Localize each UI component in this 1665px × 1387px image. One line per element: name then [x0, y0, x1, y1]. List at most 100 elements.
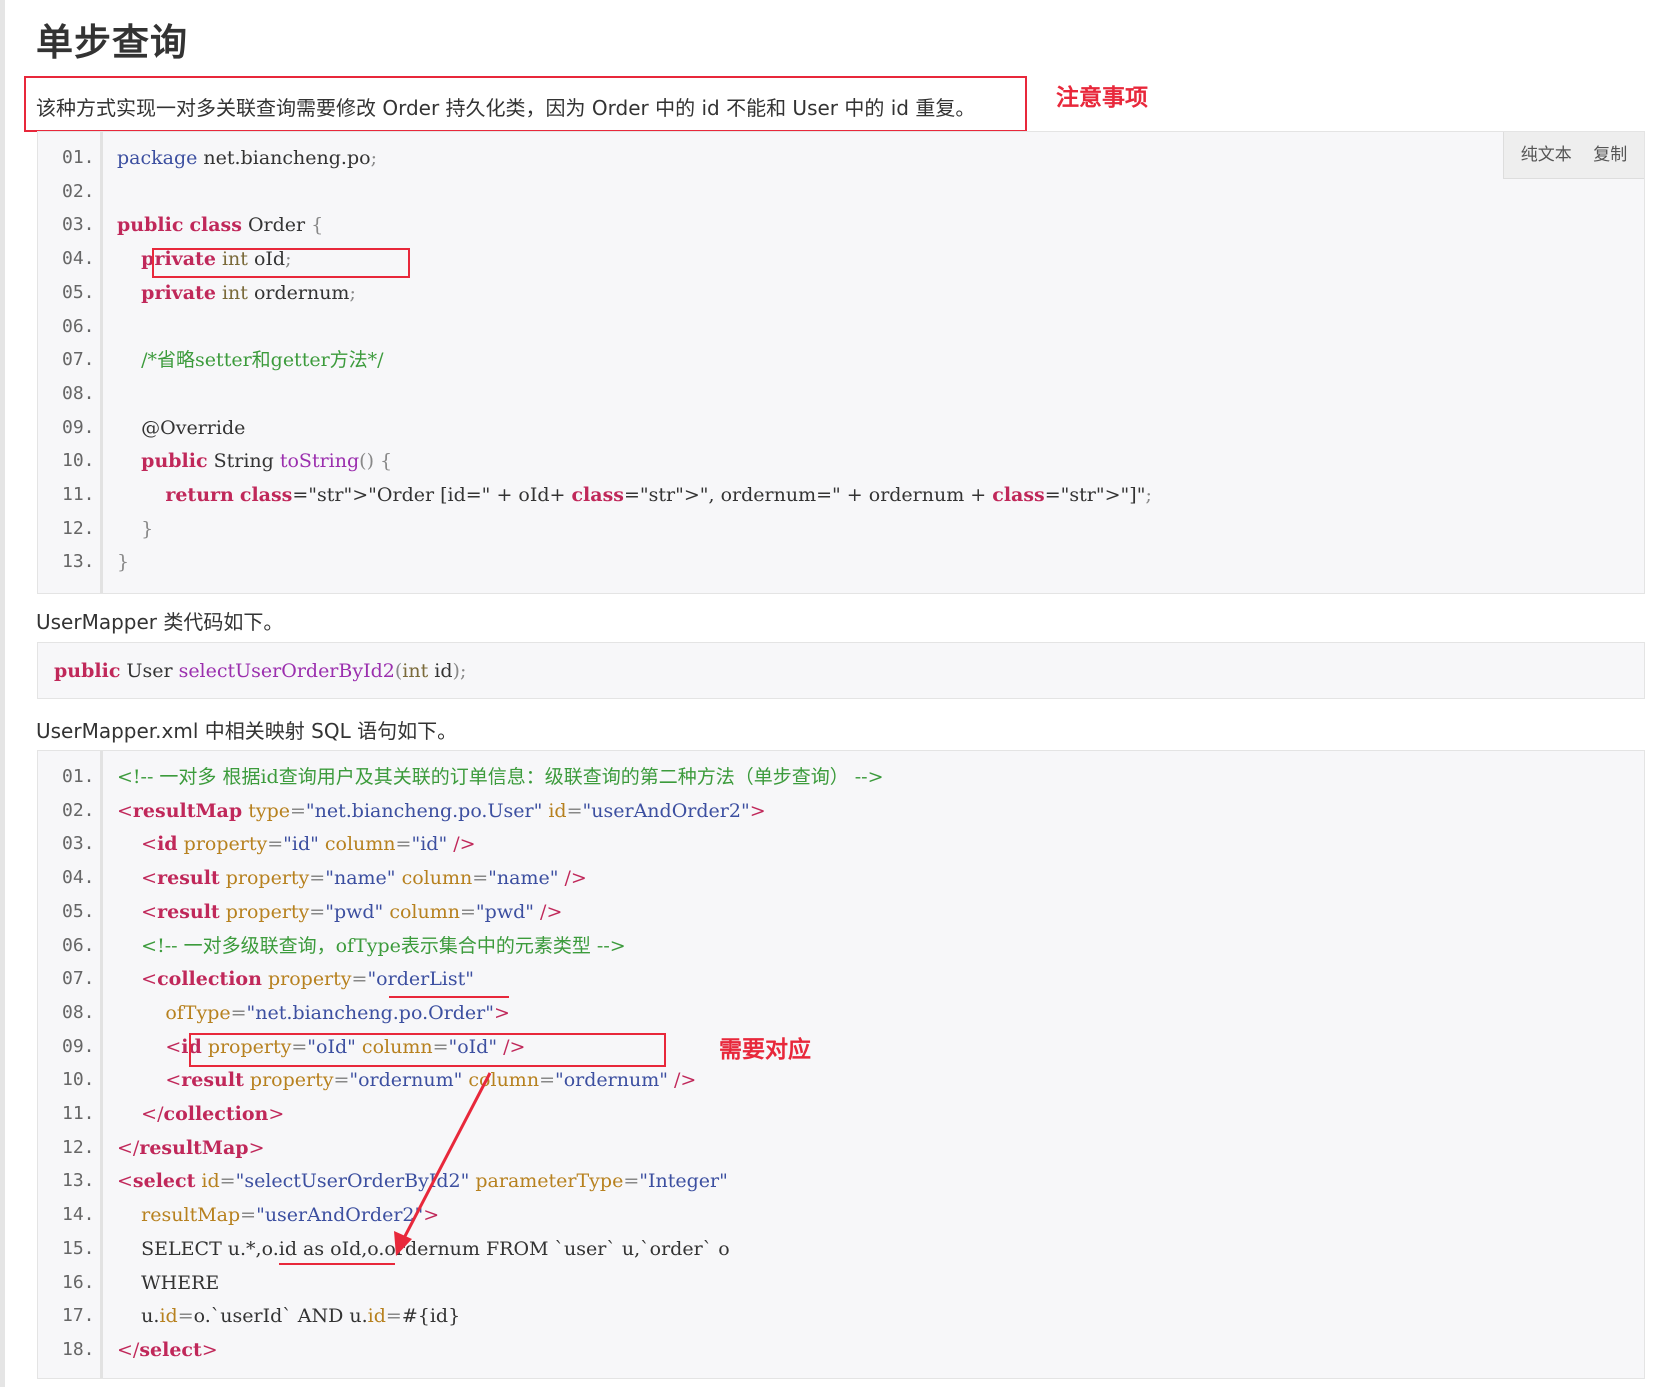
line-number: 09.	[62, 416, 95, 438]
code-line: 14. resultMap="userAndOrder2">	[38, 1198, 1644, 1232]
code-text: </select>	[117, 1338, 218, 1361]
code-text: <result property="ordernum" column="orde…	[165, 1069, 697, 1092]
line-number: 03.	[62, 214, 95, 236]
code-text: u.id=o.`userId` AND u.id=#{id}	[117, 1305, 461, 1328]
code-line: 01. package net.biancheng.po;	[38, 141, 1644, 175]
code-text: private int ordernum;	[141, 281, 356, 304]
line-number: 11.	[62, 484, 95, 505]
code-line: 06. <!-- 一对多级联查询，ofType表示集合中的元素类型 -->	[38, 929, 1644, 963]
code-line: 08.	[38, 377, 1644, 411]
code-text: SELECT u.*,o.id as oId,o.ordernum FROM `…	[117, 1237, 730, 1260]
code-line: 18. </select>	[38, 1333, 1644, 1367]
code-text: /*省略setter和getter方法*/	[117, 349, 384, 372]
code-text: <resultMap type="net.biancheng.po.User" …	[117, 799, 766, 822]
code-text: @Override	[117, 416, 246, 439]
line-number: 06.	[62, 934, 95, 956]
code-line: 09. @Override	[38, 411, 1644, 445]
code-line: 03. <id property="id" column="id" />	[38, 827, 1644, 861]
line-number: 13.	[62, 551, 95, 573]
line-number: 14.	[62, 1204, 95, 1226]
code-text: <select id="selectUserOrderById2" parame…	[117, 1170, 728, 1193]
page-left-edge	[0, 0, 5, 1387]
code-text: resultMap="userAndOrder2">	[141, 1204, 440, 1227]
line-number: 01.	[62, 147, 95, 168]
line-number: 04.	[62, 248, 95, 270]
code-text: <collection property="orderList"	[141, 968, 475, 991]
code-text: public String toString() {	[141, 450, 393, 473]
code-line: 02.	[38, 175, 1644, 209]
code-text: <!-- 一对多级联查询，ofType表示集合中的元素类型 -->	[117, 934, 626, 957]
line-number: 17.	[62, 1305, 95, 1327]
underline-orderlist	[389, 996, 509, 998]
code-line: 13. <select id="selectUserOrderById2" par…	[38, 1164, 1644, 1198]
code-line: public User selectUserOrderById2(int id)…	[38, 654, 1644, 688]
code-block-method: public User selectUserOrderById2(int id)…	[37, 642, 1645, 699]
line-number: 06.	[62, 315, 95, 337]
code-text: public User selectUserOrderById2(int id)…	[54, 660, 467, 682]
code-text: </collection>	[141, 1103, 285, 1125]
code-text: <!-- 一对多 根据id查询用户及其关联的订单信息：级联查询的第二种方法（单步…	[117, 766, 884, 788]
page-title: 单步查询	[36, 21, 188, 64]
code-line: 11. </collection>	[38, 1097, 1644, 1131]
line-number: 12.	[62, 517, 95, 539]
code-line: 13.}	[38, 545, 1644, 579]
underline-oid-alias	[279, 1263, 395, 1265]
code-line: 04. <result property="name" column="name…	[38, 861, 1644, 895]
line-number: 15.	[62, 1237, 95, 1259]
line-number: 02.	[62, 180, 95, 202]
code-text: <id property="id" column="id" />	[141, 833, 476, 856]
note-label: 注意事项	[1056, 85, 1148, 111]
code-line: 17. u.id=o.`userId` AND u.id=#{id}	[38, 1299, 1644, 1333]
line-number: 03.	[62, 833, 95, 855]
line-number: 12.	[62, 1136, 95, 1158]
code-line: 05. <result property="pwd" column="pwd" …	[38, 895, 1644, 929]
note-highlight-box	[24, 76, 1027, 132]
line-number: 18.	[62, 1338, 95, 1360]
code-line: 12. </resultMap>	[38, 1131, 1644, 1165]
code-text: return class="str">"Order [id=" + oId+ c…	[165, 484, 1152, 506]
line-number: 04.	[62, 867, 95, 889]
code-text: public class Order {	[117, 214, 324, 237]
code-text: <result property="name" column="name" />	[141, 867, 587, 890]
code-block-order: 纯文本 复制 01. package net.biancheng.po; 02. 03…	[37, 131, 1645, 594]
code-line: 07. /*省略setter和getter方法*/	[38, 343, 1644, 377]
line-number: 11.	[62, 1103, 95, 1124]
line-number: 01.	[62, 766, 95, 787]
code-text: }	[117, 551, 130, 574]
code-text: package net.biancheng.po;	[117, 147, 377, 169]
paragraph-usermapper-xml: UserMapper.xml 中相关映射 SQL 语句如下。	[36, 719, 458, 743]
code-text: }	[141, 517, 154, 540]
line-number: 08.	[62, 1001, 95, 1023]
code-text: WHERE	[117, 1271, 220, 1294]
code-text: <result property="pwd" column="pwd" />	[141, 900, 563, 923]
line-number: 05.	[62, 281, 95, 303]
code-text: </resultMap>	[117, 1136, 265, 1159]
line-number: 07.	[62, 968, 95, 990]
code-line: 16. WHERE	[38, 1266, 1644, 1300]
code-text: ofType="net.biancheng.po.Order">	[165, 1001, 510, 1024]
line-number: 09.	[62, 1035, 95, 1057]
line-number: 10.	[62, 450, 95, 472]
code-line: 08. ofType="net.biancheng.po.Order">	[38, 996, 1644, 1030]
code-line: 10. public String toString() {	[38, 444, 1644, 478]
line-number: 16.	[62, 1271, 95, 1293]
line-number: 13.	[62, 1170, 95, 1192]
code-line: 15. SELECT u.*,o.id as oId,o.ordernum FR…	[38, 1232, 1644, 1266]
line-number: 05.	[62, 900, 95, 922]
annotation-label: 需要对应	[719, 1037, 811, 1063]
line-number: 02.	[62, 799, 95, 821]
code-line: 11. return class="str">"Order [id=" + oI…	[38, 478, 1644, 512]
code-line: 10. <result property="ordernum" column="…	[38, 1063, 1644, 1097]
line-number: 08.	[62, 382, 95, 404]
code-line: 02. <resultMap type="net.biancheng.po.Use…	[38, 794, 1644, 828]
code-line: 01. <!-- 一对多 根据id查询用户及其关联的订单信息：级联查询的第二种方法…	[38, 760, 1644, 794]
highlight-id-property	[189, 1033, 666, 1067]
line-number: 07.	[62, 349, 95, 371]
line-number: 10.	[62, 1069, 95, 1091]
paragraph-usermapper: UserMapper 类代码如下。	[36, 610, 284, 634]
code-line: 06.	[38, 310, 1644, 344]
code-line: 12. }	[38, 512, 1644, 546]
highlight-oid-field	[152, 248, 410, 278]
code-line: 05. private int ordernum;	[38, 276, 1644, 310]
code-line: 07. <collection property="orderList"	[38, 962, 1644, 996]
